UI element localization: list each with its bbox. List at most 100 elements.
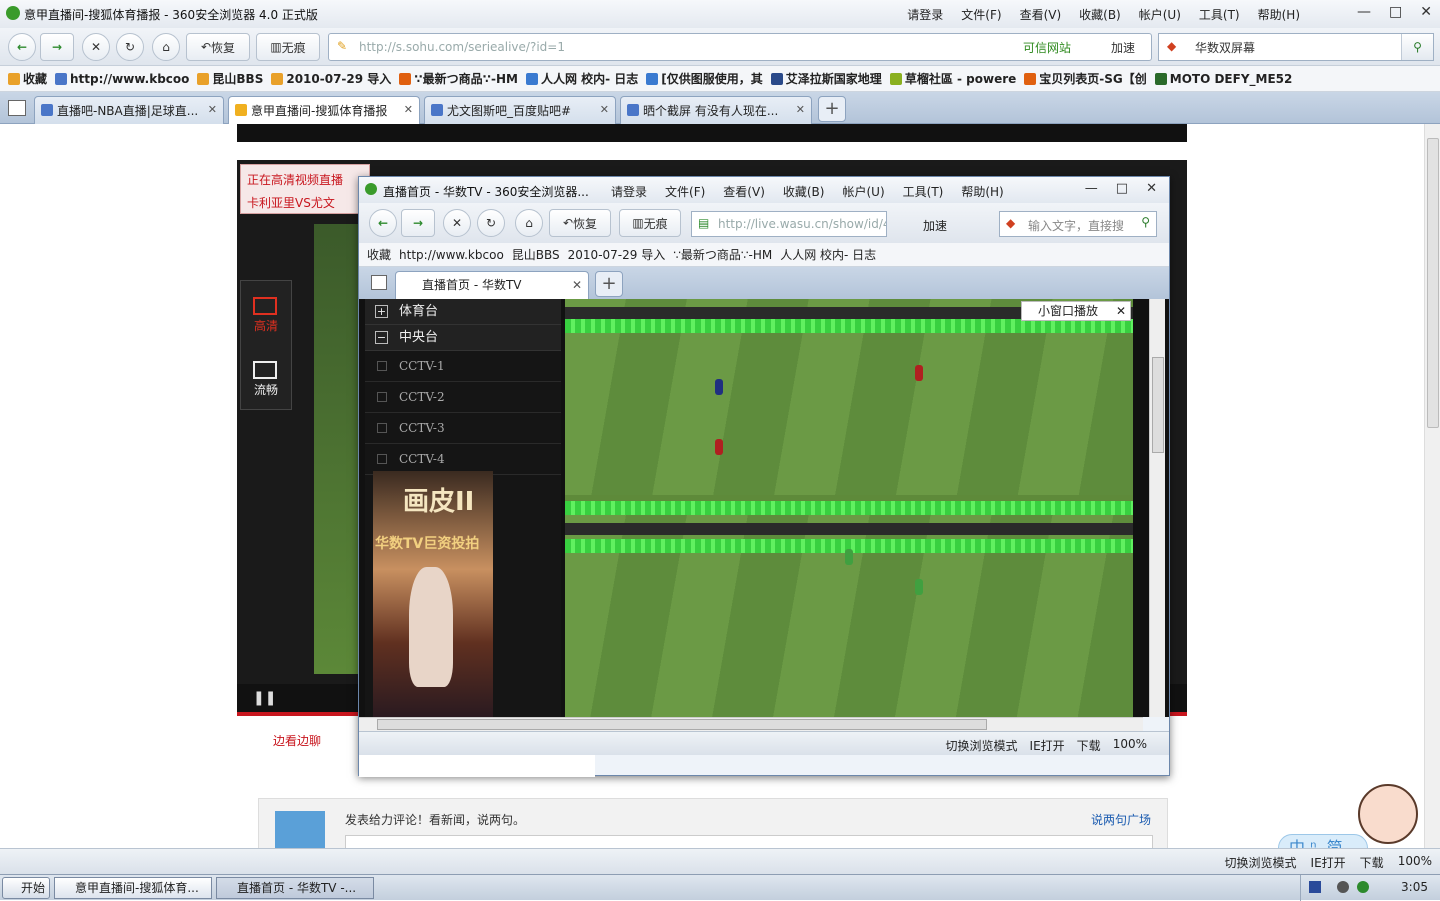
page-scrollbar[interactable] <box>1424 124 1440 848</box>
fav-item[interactable]: 草榴社區 - powere <box>889 70 1016 87</box>
popup-horizontal-scrollbar[interactable] <box>359 717 1143 731</box>
tab-zhibo8[interactable]: 直播吧-NBA直播|足球直... ✕ <box>34 96 224 124</box>
scrollbar-thumb[interactable] <box>1152 357 1164 453</box>
popup-url-text[interactable]: http://live.wasu.cn/show/id/4- <box>718 217 886 231</box>
channel-group-sports[interactable]: + 体育台 <box>365 299 561 325</box>
menu-view[interactable]: 查看(V) <box>1020 6 1062 23</box>
tab-close-icon[interactable]: ✕ <box>208 103 217 116</box>
start-button[interactable]: 开始 <box>2 877 50 899</box>
search-icon[interactable]: ⚲ <box>1141 215 1150 229</box>
fav-item-collect[interactable]: 收藏 <box>8 70 47 87</box>
accelerate-button[interactable]: 加速 <box>923 217 947 234</box>
menu-favorites[interactable]: 收藏(B) <box>1079 6 1121 23</box>
menu-login[interactable]: 请登录 <box>611 183 647 200</box>
channel-item[interactable]: CCTV-1 <box>365 351 561 382</box>
tab-sohu-live[interactable]: 意甲直播间-搜狐体育播报 ✕ <box>228 96 420 124</box>
download-button[interactable]: 下载 <box>1077 737 1101 754</box>
menu-tools[interactable]: 工具(T) <box>1199 6 1240 23</box>
switch-mode-button[interactable]: 切换浏览模式 <box>1225 854 1297 871</box>
trusted-site-badge[interactable]: 可信网站 <box>1023 39 1071 56</box>
notrace-button[interactable]: ▥ 无痕 <box>256 33 320 61</box>
fav-item[interactable]: 艾泽拉斯国家地理 <box>770 70 882 87</box>
ime-status[interactable]: 中 ⁿ, 简 <box>1278 834 1368 848</box>
fav-item[interactable]: http://www.kbcoo <box>399 248 504 262</box>
home-button[interactable]: ⌂ <box>152 33 180 61</box>
menu-help[interactable]: 帮助(H) <box>1258 6 1300 23</box>
notrace-button[interactable]: ▥ 无痕 <box>619 209 681 237</box>
fav-item[interactable]: 2010-07-29 导入 <box>568 246 666 263</box>
popup-search-box[interactable]: ◆ 输入文字，直接搜 ⚲ <box>999 211 1157 237</box>
popup-address-bar[interactable]: ▤ http://live.wasu.cn/show/id/4- <box>691 211 887 237</box>
zoom-level[interactable]: 100% <box>1113 737 1147 754</box>
restore-button[interactable]: ↶ 恢复 <box>186 33 250 61</box>
menu-account[interactable]: 帐户(U) <box>1139 6 1181 23</box>
switch-mode-button[interactable]: 切换浏览模式 <box>946 737 1018 754</box>
download-button[interactable]: 下载 <box>1360 854 1384 871</box>
forward-button[interactable]: → <box>40 33 74 61</box>
tab-list-icon[interactable] <box>371 275 387 290</box>
channel-item[interactable]: CCTV-3 <box>365 413 561 444</box>
new-tab-button[interactable]: + <box>595 271 623 297</box>
tab-screenshot[interactable]: 晒个截屏 有没有人现在... ✕ <box>620 96 812 124</box>
comment-square-link[interactable]: 说两句广场 <box>1091 811 1151 828</box>
stop-button[interactable]: ✕ <box>443 209 471 237</box>
small-window-button[interactable]: 小窗口播放 ✕ <box>1021 301 1131 321</box>
accelerate-button[interactable]: 加速 <box>1111 39 1135 56</box>
menu-help[interactable]: 帮助(H) <box>961 183 1003 200</box>
fav-item[interactable]: [仅供图服使用，其 <box>646 70 763 87</box>
close-button[interactable]: ✕ <box>1420 4 1432 20</box>
tab-close-icon[interactable]: ✕ <box>796 103 805 116</box>
menu-file[interactable]: 文件(F) <box>665 183 705 200</box>
channel-item[interactable]: CCTV-2 <box>365 382 561 413</box>
menu-login[interactable]: 请登录 <box>907 6 943 23</box>
tab-wasu-live[interactable]: 直播首页 - 华数TV ✕ <box>395 271 589 299</box>
fav-item[interactable]: 昆山BBS <box>197 70 263 87</box>
address-bar[interactable]: ✎ http://s.sohu.com/seriealive/?id=1 可信网… <box>328 33 1152 61</box>
live-banner[interactable]: 正在高清视频直播 卡利亚里VS尤文 <box>240 164 370 214</box>
refresh-button[interactable]: ↻ <box>477 209 505 237</box>
tray-icon[interactable] <box>1357 881 1369 893</box>
fav-item[interactable]: 人人网 校内- 日志 <box>525 70 638 87</box>
menu-favorites[interactable]: 收藏(B) <box>783 183 825 200</box>
tray-icon[interactable] <box>1337 881 1349 893</box>
chat-link[interactable]: 边看边聊 <box>273 732 321 749</box>
tab-close-icon[interactable]: ✕ <box>600 103 609 116</box>
taskbar-item-wasu[interactable]: 直播首页 - 华数TV -... <box>216 877 374 899</box>
tab-juventus-tieba[interactable]: 尤文图斯吧_百度贴吧# ✕ <box>424 96 616 124</box>
popup-search-input[interactable]: 输入文字，直接搜 <box>1028 217 1124 234</box>
tv-video-player[interactable]: 小窗口播放 ✕ <box>565 299 1133 717</box>
hd-button[interactable]: 高清 <box>241 317 291 334</box>
restore-button[interactable]: ↶ 恢复 <box>549 209 611 237</box>
comment-input[interactable] <box>345 835 1153 848</box>
search-box[interactable]: ◆ 华数双屏幕 ⚲ <box>1158 33 1434 61</box>
fav-item[interactable]: 2010-07-29 导入 <box>271 70 391 87</box>
close-button[interactable]: ✕ <box>1146 181 1157 196</box>
minimize-button[interactable]: — <box>1085 181 1098 196</box>
smooth-button[interactable]: 流畅 <box>241 381 291 398</box>
fav-item[interactable]: 宝贝列表页-SG【创 <box>1024 70 1147 87</box>
search-input[interactable]: 华数双屏幕 <box>1195 39 1255 56</box>
maximize-button[interactable]: □ <box>1389 4 1402 20</box>
ime-mascot[interactable]: 中 ⁿ, 简 <box>1278 784 1424 848</box>
refresh-button[interactable]: ↻ <box>116 33 144 61</box>
minimize-button[interactable]: — <box>1357 4 1371 20</box>
ie-open-button[interactable]: IE打开 <box>1311 854 1346 871</box>
back-button[interactable]: ← <box>8 33 36 61</box>
fav-item[interactable]: ∵最新つ商品∵-HM <box>399 70 518 87</box>
forward-button[interactable]: → <box>401 209 435 237</box>
pause-icon[interactable]: ❚❚ <box>253 690 276 706</box>
tab-close-icon[interactable]: ✕ <box>404 103 413 116</box>
movie-ad-banner[interactable]: 画皮II 华数TV巨资投拍 <box>373 471 493 717</box>
channel-group-cctv[interactable]: − 中央台 <box>365 325 561 351</box>
fav-item[interactable]: http://www.kbcoo <box>55 72 189 86</box>
fav-item-collect[interactable]: 收藏 <box>367 246 391 263</box>
taskbar-item-sohu[interactable]: 意甲直播间-搜狐体育... <box>54 877 212 899</box>
fav-item[interactable]: ∵最新つ商品∵-HM <box>673 246 772 263</box>
popup-vertical-scrollbar[interactable] <box>1149 299 1165 717</box>
new-tab-button[interactable]: + <box>818 96 846 122</box>
close-icon[interactable]: ✕ <box>1116 302 1126 320</box>
tab-close-icon[interactable]: ✕ <box>572 272 582 298</box>
menu-view[interactable]: 查看(V) <box>723 183 765 200</box>
menu-tools[interactable]: 工具(T) <box>903 183 944 200</box>
menu-account[interactable]: 帐户(U) <box>842 183 884 200</box>
